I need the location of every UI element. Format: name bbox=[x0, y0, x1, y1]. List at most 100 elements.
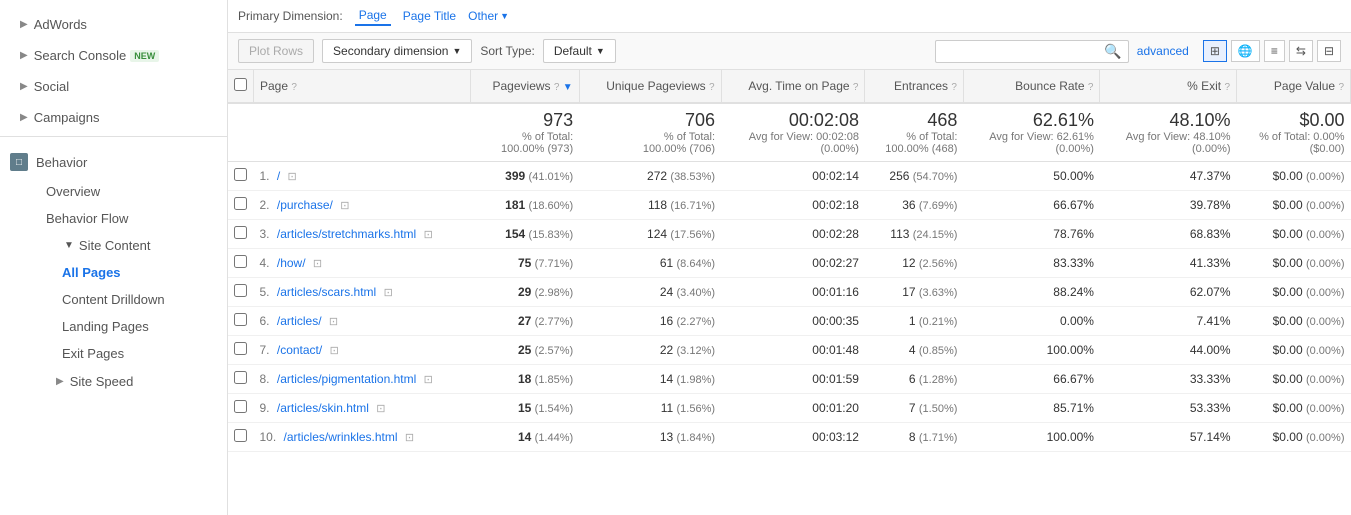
external-link-icon[interactable]: ⊡ bbox=[424, 374, 433, 386]
row-pageviews: 27 (2.77%) bbox=[470, 307, 579, 336]
page-link[interactable]: /purchase/ bbox=[277, 198, 333, 212]
pct-exit-header[interactable]: % Exit ? bbox=[1100, 70, 1237, 103]
help-icon[interactable]: ? bbox=[1338, 82, 1344, 93]
row-checkbox-cell[interactable] bbox=[228, 249, 254, 278]
row-page-value: $0.00 (0.00%) bbox=[1237, 220, 1351, 249]
page-title-tab[interactable]: Page Title bbox=[399, 7, 460, 25]
help-icon[interactable]: ? bbox=[709, 82, 715, 93]
sidebar-item-campaigns[interactable]: ▶ Campaigns bbox=[0, 103, 227, 132]
page-value-header[interactable]: Page Value ? bbox=[1237, 70, 1351, 103]
external-link-icon[interactable]: ⊡ bbox=[288, 171, 297, 183]
external-link-icon[interactable]: ⊡ bbox=[340, 200, 349, 212]
pageviews-header[interactable]: Pageviews ? ▼ bbox=[470, 70, 579, 103]
other-dropdown[interactable]: Other ▼ bbox=[468, 9, 509, 23]
row-checkbox[interactable] bbox=[234, 284, 247, 297]
sidebar-item-site-content[interactable]: ▼ Site Content bbox=[36, 232, 227, 259]
row-checkbox[interactable] bbox=[234, 313, 247, 326]
row-checkbox-cell[interactable] bbox=[228, 365, 254, 394]
summary-page-cell bbox=[254, 103, 471, 162]
row-checkbox-cell[interactable] bbox=[228, 423, 254, 452]
row-pageviews: 399 (41.01%) bbox=[470, 162, 579, 191]
row-checkbox[interactable] bbox=[234, 197, 247, 210]
external-link-icon[interactable]: ⊡ bbox=[376, 403, 385, 415]
bounce-rate-header[interactable]: Bounce Rate ? bbox=[963, 70, 1100, 103]
sidebar-sub-overview: Overview Behavior Flow ▼ Site Content Al… bbox=[0, 178, 227, 396]
globe-view-button[interactable]: 🌐 bbox=[1231, 40, 1260, 62]
row-checkbox[interactable] bbox=[234, 400, 247, 413]
page-link[interactable]: /how/ bbox=[277, 256, 306, 270]
row-pct-exit: 44.00% bbox=[1100, 336, 1237, 365]
sidebar-item-exit-pages[interactable]: Exit Pages bbox=[52, 340, 227, 367]
page-link[interactable]: /articles/skin.html bbox=[277, 401, 369, 415]
plot-rows-button[interactable]: Plot Rows bbox=[238, 39, 314, 63]
row-checkbox-cell[interactable] bbox=[228, 162, 254, 191]
row-checkbox[interactable] bbox=[234, 226, 247, 239]
row-checkbox[interactable] bbox=[234, 168, 247, 181]
unique-pageviews-header[interactable]: Unique Pageviews ? bbox=[579, 70, 721, 103]
sidebar-item-behavior-flow[interactable]: Behavior Flow bbox=[36, 205, 227, 232]
row-bounce-rate: 66.67% bbox=[963, 365, 1100, 394]
row-pct-exit: 62.07% bbox=[1100, 278, 1237, 307]
search-icon[interactable]: 🔍 bbox=[1104, 43, 1121, 60]
help-icon[interactable]: ? bbox=[554, 82, 560, 93]
sidebar-item-social[interactable]: ▶ Social bbox=[0, 72, 227, 101]
page-link[interactable]: /articles/ bbox=[277, 314, 322, 328]
search-input[interactable] bbox=[942, 44, 1102, 58]
avg-time-header[interactable]: Avg. Time on Page ? bbox=[721, 70, 865, 103]
page-link[interactable]: /articles/scars.html bbox=[277, 285, 376, 299]
external-link-icon[interactable]: ⊡ bbox=[313, 258, 322, 270]
row-checkbox[interactable] bbox=[234, 371, 247, 384]
sidebar-item-content-drilldown[interactable]: Content Drilldown bbox=[52, 286, 227, 313]
unique-pageviews-label: Unique Pageviews bbox=[606, 79, 705, 93]
row-checkbox[interactable] bbox=[234, 429, 247, 442]
external-link-icon[interactable]: ⊡ bbox=[424, 229, 433, 241]
row-checkbox-cell[interactable] bbox=[228, 307, 254, 336]
help-icon[interactable]: ? bbox=[1224, 82, 1230, 93]
help-icon[interactable]: ? bbox=[951, 82, 957, 93]
row-checkbox-cell[interactable] bbox=[228, 191, 254, 220]
list-view-button[interactable]: ≡ bbox=[1264, 40, 1285, 62]
page-header[interactable]: Page ? bbox=[254, 70, 471, 103]
sidebar-item-landing-pages[interactable]: Landing Pages bbox=[52, 313, 227, 340]
row-checkbox-cell[interactable] bbox=[228, 220, 254, 249]
select-all-checkbox[interactable] bbox=[234, 78, 247, 91]
sidebar-item-site-speed[interactable]: ▶ Site Speed bbox=[36, 367, 227, 396]
row-number: 3. bbox=[260, 227, 270, 241]
summary-unique-sub: % of Total:100.00% (706) bbox=[585, 131, 715, 155]
external-link-icon[interactable]: ⊡ bbox=[405, 432, 414, 444]
sidebar-item-adwords[interactable]: ▶ AdWords bbox=[0, 10, 227, 39]
external-link-icon[interactable]: ⊡ bbox=[329, 316, 338, 328]
select-all-header[interactable] bbox=[228, 70, 254, 103]
sidebar-item-overview[interactable]: Overview bbox=[36, 178, 227, 205]
sidebar-item-all-pages[interactable]: All Pages bbox=[52, 259, 227, 286]
page-tab[interactable]: Page bbox=[355, 6, 391, 26]
secondary-dimension-button[interactable]: Secondary dimension ▼ bbox=[322, 39, 472, 63]
help-icon[interactable]: ? bbox=[1088, 82, 1094, 93]
sort-type-button[interactable]: Default ▼ bbox=[543, 39, 616, 63]
page-link[interactable]: /articles/pigmentation.html bbox=[277, 372, 416, 386]
entrances-header[interactable]: Entrances ? bbox=[865, 70, 963, 103]
page-link[interactable]: /articles/wrinkles.html bbox=[284, 430, 398, 444]
sidebar-item-behavior[interactable]: □ Behavior bbox=[0, 146, 227, 178]
grid-view-button[interactable]: ⊞ bbox=[1203, 40, 1227, 62]
summary-pct-exit: 48.10% Avg for View: 48.10%(0.00%) bbox=[1100, 103, 1237, 162]
row-checkbox-cell[interactable] bbox=[228, 394, 254, 423]
page-link[interactable]: /articles/stretchmarks.html bbox=[277, 227, 416, 241]
help-icon[interactable]: ? bbox=[853, 82, 859, 93]
row-pageviews: 75 (7.71%) bbox=[470, 249, 579, 278]
sidebar-item-search-console[interactable]: ▶ Search Console NEW bbox=[0, 41, 227, 70]
page-link[interactable]: / bbox=[277, 169, 280, 183]
page-link[interactable]: /contact/ bbox=[277, 343, 322, 357]
summary-unique-value: 706 bbox=[585, 110, 715, 131]
external-link-icon[interactable]: ⊡ bbox=[330, 345, 339, 357]
row-checkbox-cell[interactable] bbox=[228, 336, 254, 365]
advanced-link[interactable]: advanced bbox=[1137, 44, 1189, 58]
external-link-icon[interactable]: ⊡ bbox=[384, 287, 393, 299]
pivot-view-button[interactable]: ⊟ bbox=[1317, 40, 1341, 62]
row-checkbox[interactable] bbox=[234, 255, 247, 268]
row-page: 5. /articles/scars.html ⊡ bbox=[254, 278, 471, 307]
row-checkbox[interactable] bbox=[234, 342, 247, 355]
help-icon[interactable]: ? bbox=[291, 82, 297, 93]
row-checkbox-cell[interactable] bbox=[228, 278, 254, 307]
compare-view-button[interactable]: ⇆ bbox=[1289, 40, 1313, 62]
